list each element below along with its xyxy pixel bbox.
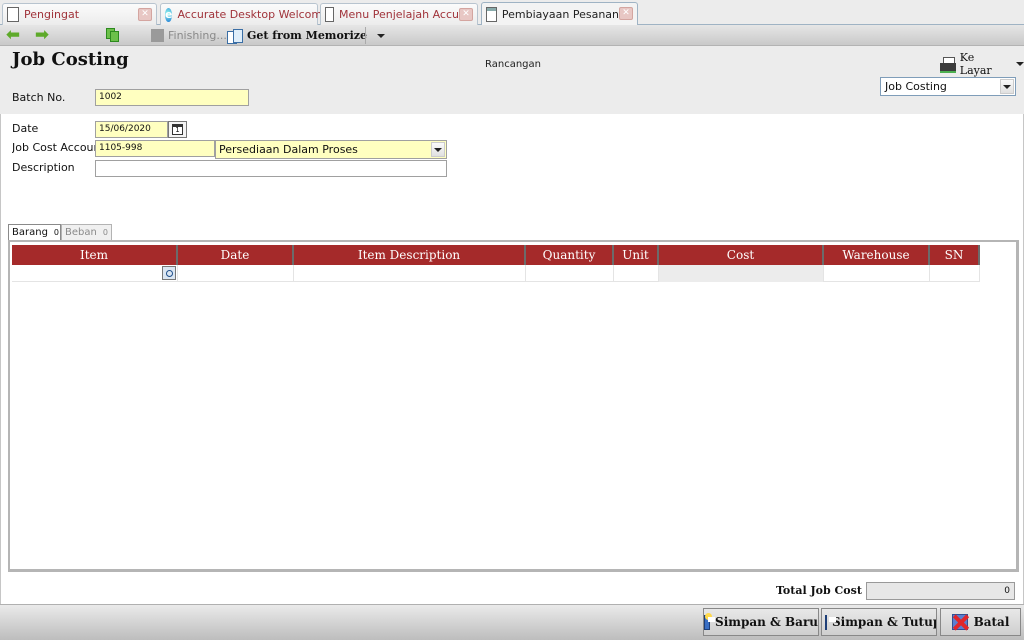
form-template-select[interactable]: Job Costing: [880, 77, 1016, 96]
item-grid: Item Date Item Description Quantity Unit…: [8, 240, 1019, 572]
finishing-button[interactable]: Finishing...: [151, 27, 227, 44]
cancel-icon: [951, 614, 968, 630]
document-icon: [7, 7, 19, 22]
column-header-item-description[interactable]: Item Description: [294, 245, 526, 265]
cell-item[interactable]: [12, 265, 178, 282]
browser-icon: e: [165, 7, 173, 22]
tab-label: Pembiayaan Pesanan ...: [501, 8, 633, 21]
toolbar-divider: [365, 27, 366, 44]
tab-pembiayaan-pesanan[interactable]: Pembiayaan Pesanan ... ✕: [481, 2, 638, 26]
status-label: Rancangan: [485, 59, 541, 70]
date-input[interactable]: 15/06/2020: [95, 121, 168, 138]
memorize-icon: [227, 28, 243, 44]
cell-date[interactable]: [178, 265, 294, 282]
document-icon: [325, 7, 335, 22]
column-header-cost[interactable]: Cost: [659, 245, 824, 265]
account-name-value: Persediaan Dalam Proses: [219, 143, 358, 156]
item-lookup-icon[interactable]: [162, 266, 176, 280]
save-icon: [825, 614, 836, 630]
batch-no-label: Batch No.: [12, 91, 66, 104]
save-and-close-button[interactable]: Simpan & Tutup: [821, 608, 937, 636]
column-header-quantity[interactable]: Quantity: [526, 245, 614, 265]
grid-tab-count: 0: [53, 228, 60, 237]
chevron-down-icon[interactable]: [431, 142, 445, 157]
cell-warehouse[interactable]: [824, 265, 930, 282]
close-icon[interactable]: ✕: [459, 8, 473, 21]
form-header: Job Costing Rancangan Ke Layar Job Costi…: [0, 46, 1024, 114]
tab-menu-penjelajah[interactable]: Menu Penjelajah Accur... ✕: [320, 3, 478, 25]
column-header-date[interactable]: Date: [178, 245, 294, 265]
total-job-cost-label: Total Job Cost: [776, 584, 862, 597]
table-row: [12, 265, 980, 282]
finishing-icon: [151, 29, 164, 42]
tab-label: Menu Penjelajah Accur...: [339, 8, 473, 21]
grid-tab-label: Barang: [12, 227, 48, 238]
column-header-warehouse[interactable]: Warehouse: [824, 245, 930, 265]
job-cost-account-label: Job Cost Account: [12, 141, 96, 154]
close-icon[interactable]: ✕: [138, 8, 152, 21]
cell-sn[interactable]: [930, 265, 980, 282]
finishing-label: Finishing...: [168, 29, 227, 42]
description-label: Description: [12, 161, 75, 174]
grid-header: Item Date Item Description Quantity Unit…: [12, 245, 980, 265]
date-label: Date: [12, 122, 39, 135]
account-name-select[interactable]: Persediaan Dalam Proses: [215, 140, 447, 159]
cancel-label: Batal: [973, 615, 1010, 629]
copy-icon[interactable]: [106, 28, 120, 43]
save-and-close-label: Simpan & Tutup: [832, 615, 937, 629]
calendar-button[interactable]: 1: [168, 121, 187, 138]
save-new-icon: [704, 612, 716, 630]
save-and-new-button[interactable]: Simpan & Baru: [703, 608, 819, 636]
account-code-input[interactable]: 1105-998: [95, 140, 215, 157]
arrow-right-icon[interactable]: ➡: [33, 27, 51, 44]
cell-quantity[interactable]: [526, 265, 614, 282]
grid-tab-count: 0: [102, 228, 108, 237]
save-and-new-label: Simpan & Baru: [715, 615, 818, 629]
document-tab-bar: Pengingat ✕ e Accurate Desktop Welcome..…: [0, 0, 1024, 26]
form-template-value: Job Costing: [885, 80, 947, 93]
printer-icon: [940, 56, 956, 73]
print-destination-button[interactable]: Ke Layar: [940, 51, 1024, 77]
print-label: Ke Layar: [959, 50, 992, 77]
cell-cost: [659, 265, 824, 282]
arrow-left-icon[interactable]: ⬅: [4, 27, 22, 44]
total-job-cost-value: 0: [866, 582, 1015, 600]
grid-tab-beban[interactable]: Beban 0: [61, 224, 112, 240]
tab-pengingat[interactable]: Pengingat ✕: [2, 3, 157, 25]
cancel-button[interactable]: Batal: [940, 608, 1021, 636]
calendar-document-icon: [486, 7, 497, 22]
calendar-icon: 1: [172, 124, 183, 135]
column-header-unit[interactable]: Unit: [614, 245, 659, 265]
grid-tab-barang[interactable]: Barang 0: [8, 224, 61, 240]
chevron-down-icon[interactable]: [377, 33, 386, 38]
tab-label: Accurate Desktop Welcome...: [177, 8, 340, 21]
chevron-down-icon[interactable]: [1016, 61, 1024, 66]
tab-label: Pengingat: [24, 8, 80, 21]
get-from-memorize-button[interactable]: Get from Memorize: [227, 27, 386, 44]
batch-no-input[interactable]: 1002: [95, 89, 249, 106]
column-header-sn[interactable]: SN: [930, 245, 980, 265]
memorize-label: Get from Memorize: [247, 29, 368, 42]
toolbar: ⬅ ➡ Finishing... Get from Memorize: [0, 25, 1024, 46]
description-input[interactable]: [95, 160, 447, 177]
page-title: Job Costing: [12, 49, 129, 70]
cell-item-description[interactable]: [294, 265, 526, 282]
grid-tab-label: Beban: [65, 227, 97, 238]
close-icon[interactable]: ✕: [619, 7, 633, 20]
cell-unit[interactable]: [614, 265, 659, 282]
tab-accurate-welcome[interactable]: e Accurate Desktop Welcome...: [160, 3, 339, 25]
chevron-down-icon[interactable]: [1000, 79, 1014, 94]
column-header-item[interactable]: Item: [12, 245, 178, 265]
